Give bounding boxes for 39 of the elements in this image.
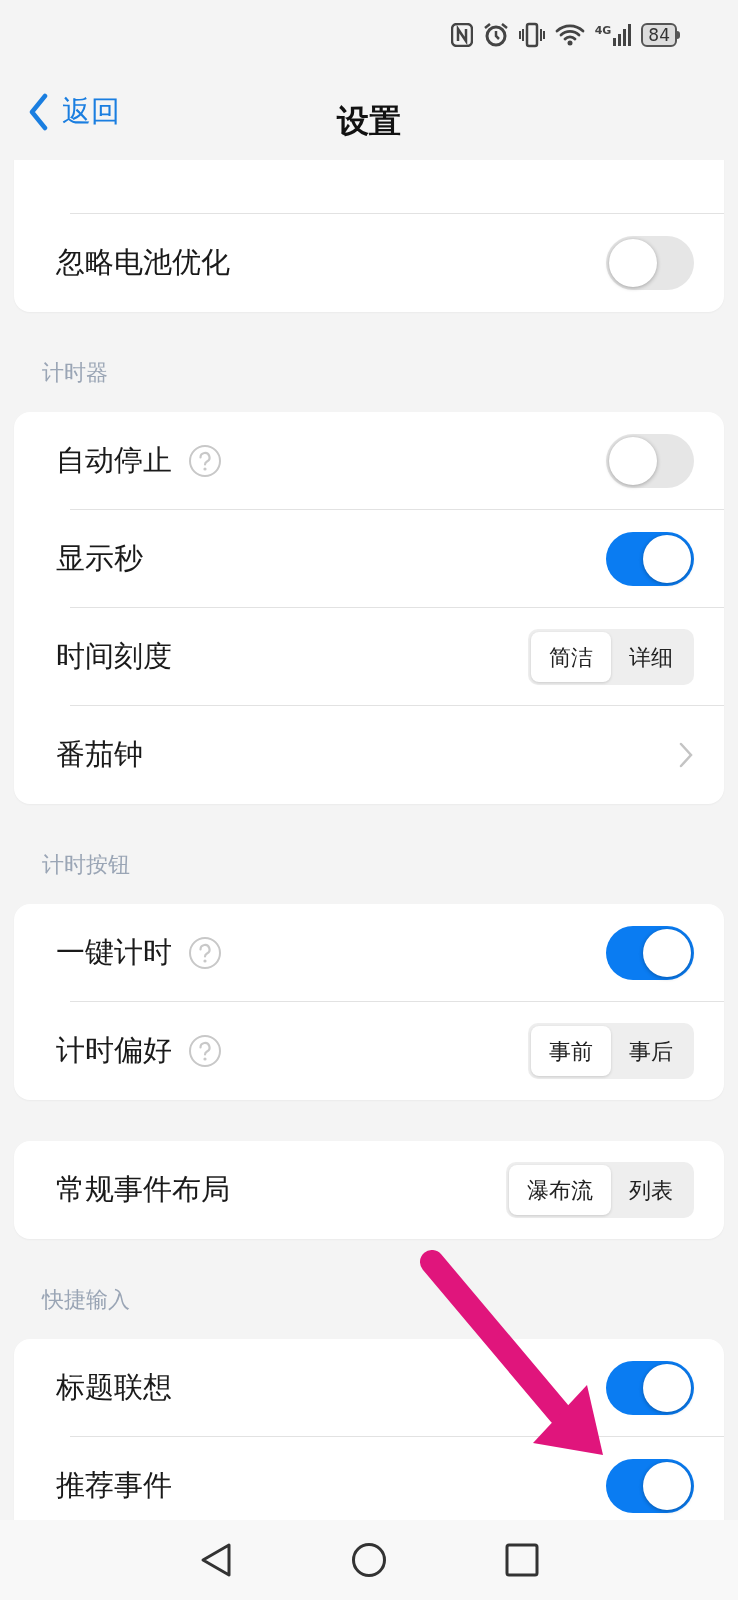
segment-option[interactable]: 详细	[611, 632, 691, 682]
setting-label: 忽略电池优化	[56, 244, 230, 282]
segment-option[interactable]: 事前	[531, 1026, 611, 1076]
toggle-switch[interactable]	[606, 926, 694, 980]
setting-label: 标题联想	[56, 1369, 172, 1407]
page-title: 设置	[337, 101, 401, 142]
home-icon[interactable]	[351, 1542, 387, 1578]
network-type: 4G	[594, 25, 612, 36]
toggle-switch[interactable]	[606, 1459, 694, 1513]
chevron-left-icon	[28, 92, 48, 131]
setting-label: 一键计时	[56, 934, 172, 972]
toggle-switch[interactable]	[606, 236, 694, 290]
segment-option[interactable]: 简洁	[531, 632, 611, 682]
nfc-icon	[450, 23, 473, 47]
setting-label: 时间刻度	[56, 638, 172, 676]
setting-label: 显示秒	[56, 540, 143, 578]
setting-label: 推荐事件	[56, 1467, 172, 1505]
setting-label: 番茄钟	[56, 736, 143, 774]
section-header: 快捷输入	[42, 1287, 130, 1312]
back-button[interactable]: 返回	[28, 90, 120, 134]
recents-icon[interactable]	[505, 1543, 539, 1577]
section-header: 计时按钮	[42, 852, 130, 877]
setting-label: 自动停止	[56, 442, 172, 480]
battery-indicator: 84	[641, 23, 677, 47]
segment-option[interactable]: 瀑布流	[509, 1165, 611, 1215]
back-icon[interactable]	[199, 1542, 233, 1578]
setting-label: 常规事件布局	[56, 1171, 230, 1209]
toggle-switch[interactable]	[606, 532, 694, 586]
chevron-right-icon	[678, 741, 694, 769]
segment-option[interactable]: 列表	[611, 1165, 691, 1215]
segment-option[interactable]: 事后	[611, 1026, 691, 1076]
alarm-icon	[482, 22, 509, 48]
signal-icon	[613, 24, 632, 46]
toggle-switch[interactable]	[606, 434, 694, 488]
section-header: 计时器	[42, 360, 108, 385]
vibrate-icon	[518, 22, 545, 48]
wifi-icon	[554, 23, 585, 47]
toggle-switch[interactable]	[606, 1361, 694, 1415]
setting-label: 计时偏好	[56, 1032, 172, 1070]
